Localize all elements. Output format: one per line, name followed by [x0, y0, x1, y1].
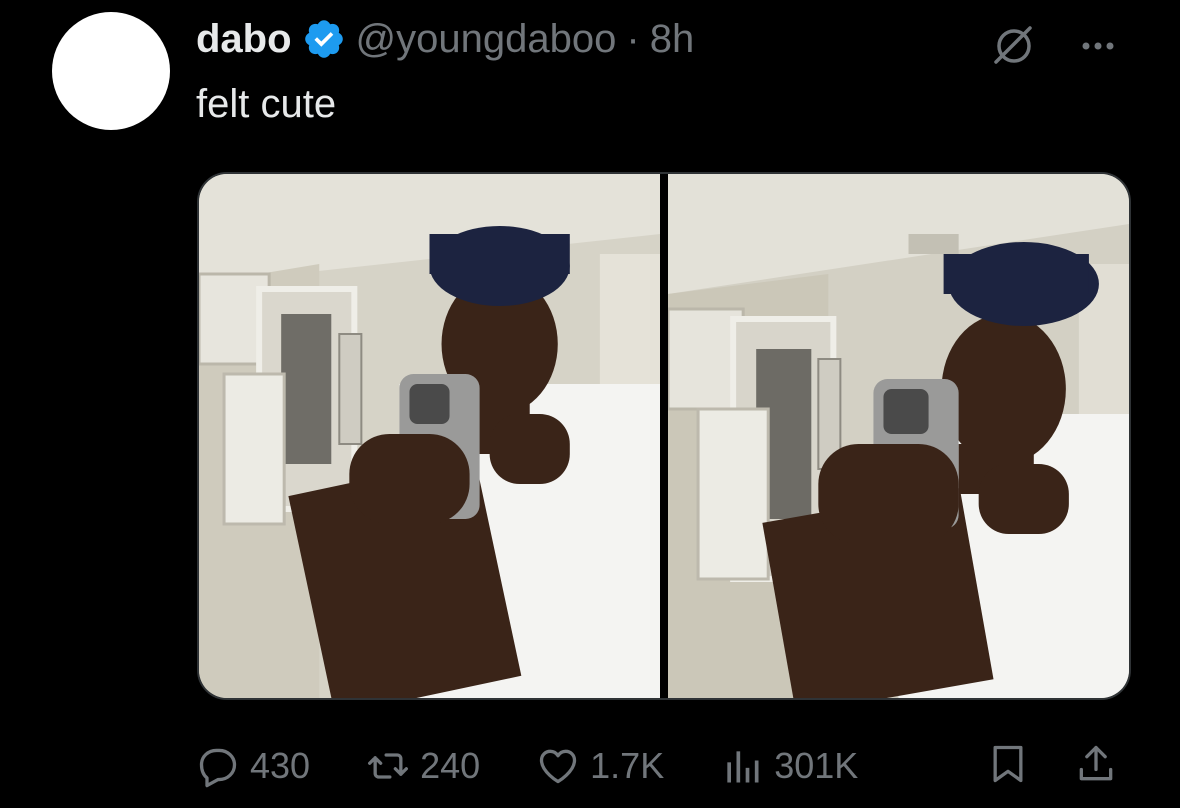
like-count: 1.7K — [590, 745, 665, 786]
tweet-text: felt cute — [196, 82, 337, 126]
views-button[interactable]: 301K — [720, 744, 858, 788]
heart-icon — [540, 749, 577, 784]
action-bar: 430 240 1.7K 301K — [196, 738, 1126, 794]
avatar[interactable] — [52, 12, 170, 130]
repost-icon — [368, 753, 409, 779]
grok-icon[interactable] — [990, 22, 1038, 70]
photo-2[interactable] — [668, 174, 1129, 698]
bookmark-icon — [993, 745, 1023, 783]
reply-count: 430 — [250, 745, 311, 786]
views-icon — [727, 751, 759, 783]
verified-badge-icon[interactable] — [302, 17, 346, 61]
media-grid — [197, 172, 1131, 700]
separator-dot: · — [626, 16, 640, 61]
reply-button[interactable]: 430 — [196, 744, 310, 788]
author-handle[interactable]: @youngdaboo — [356, 17, 617, 62]
reply-icon — [199, 748, 237, 788]
bookmark-button[interactable] — [986, 742, 1030, 786]
like-button[interactable]: 1.7K — [536, 744, 664, 788]
repost-count: 240 — [420, 745, 481, 786]
author-name[interactable]: dabo — [196, 17, 292, 62]
share-icon — [1079, 745, 1113, 781]
tweet-header: dabo @youngdaboo · 8h — [196, 14, 694, 64]
more-icon[interactable] — [1074, 22, 1122, 70]
repost-button[interactable]: 240 — [366, 744, 480, 788]
photo-1[interactable] — [199, 174, 660, 698]
tweet-time[interactable]: 8h — [650, 17, 695, 62]
views-count: 301K — [774, 745, 859, 786]
share-button[interactable] — [1074, 742, 1118, 786]
